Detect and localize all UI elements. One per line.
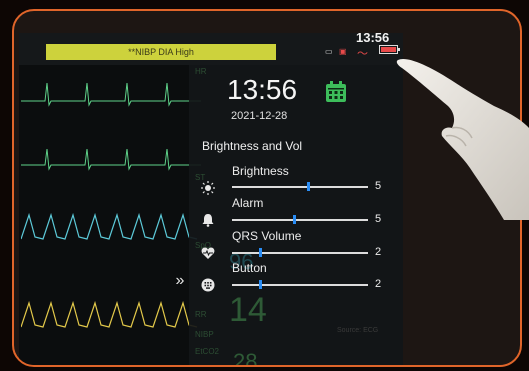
brightness-value: 5 — [375, 180, 382, 192]
hr-label: HR — [195, 67, 207, 76]
status-icons: ▭ ▣ 〜 — [325, 45, 403, 61]
button-label: Button — [232, 261, 267, 275]
alarm-banner[interactable]: **NIBP DIA High — [46, 44, 276, 60]
etco2-label: EtCO2 — [195, 347, 220, 356]
button-volume-slider[interactable] — [232, 280, 368, 289]
brightness-slider-thumb[interactable] — [307, 182, 310, 191]
expand-panel-button[interactable]: » — [171, 272, 189, 290]
qrs-volume-slider-thumb[interactable] — [259, 248, 262, 257]
resp-waveform — [21, 300, 198, 328]
alarm-slider-thumb[interactable] — [293, 215, 296, 224]
network-icon: ▭ — [325, 47, 333, 56]
nibp-label: NIBP — [195, 330, 214, 339]
gloved-hand — [396, 58, 529, 220]
button-volume-value: 2 — [375, 278, 382, 290]
rr-label: RR — [195, 310, 207, 319]
calendar-icon[interactable] — [325, 81, 347, 103]
brightness-label: Brightness — [232, 164, 289, 178]
qrs-volume-slider[interactable] — [232, 248, 368, 257]
printer-icon: ▣ — [339, 47, 347, 56]
qrs-volume-value: 2 — [375, 246, 382, 258]
quick-settings-panel: HR ST SpO RR NIBP EtCO2 14 28 96 Source:… — [189, 65, 403, 367]
ecg-waveform-2 — [21, 148, 201, 171]
heart-icon — [201, 247, 215, 259]
source-footnote: Source: ECG — [337, 327, 379, 334]
button-volume-slider-thumb[interactable] — [259, 280, 262, 289]
section-title: Brightness and Vol — [202, 139, 303, 153]
qrs-volume-label: QRS Volume — [232, 229, 302, 243]
top-status-bar: **NIBP DIA High 13:56 ▭ ▣ 〜 — [19, 30, 403, 65]
alarm-slider[interactable] — [232, 215, 368, 224]
alarm-label: Alarm — [232, 196, 264, 210]
monitor-screen: **NIBP DIA High 13:56 ▭ ▣ 〜 » HR ST SpO … — [19, 30, 403, 367]
brightness-slider[interactable] — [232, 182, 368, 191]
bell-icon — [202, 214, 214, 227]
ecg-waveform-1 — [21, 82, 201, 107]
waveform-icon: 〜 — [357, 48, 368, 60]
status-clock: 13:56 — [356, 30, 390, 45]
sun-icon — [201, 181, 215, 195]
panel-clock: 13:56 — [227, 74, 298, 105]
spo2-waveform — [21, 212, 198, 240]
alarm-value: 5 — [375, 213, 382, 225]
etco2-value: 28 — [233, 349, 258, 367]
rr-value: 14 — [229, 291, 267, 329]
waveform-area: » — [19, 65, 201, 365]
keypad-icon — [201, 278, 215, 292]
panel-date: 2021-12-28 — [231, 110, 288, 122]
